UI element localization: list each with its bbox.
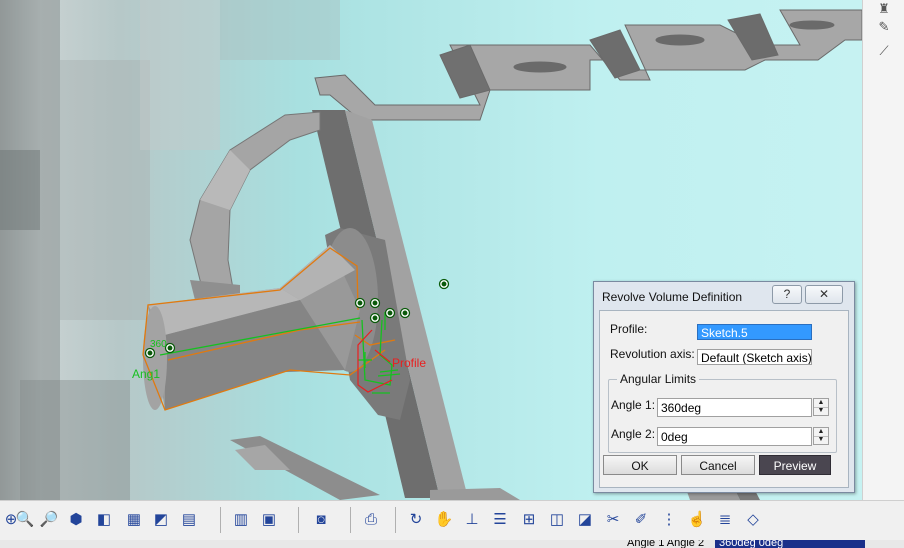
sketch-icon[interactable]: ◫: [546, 509, 568, 531]
right-toolbar: ♜ ✎ ⟋: [862, 0, 904, 500]
revolve-cone: [143, 245, 360, 410]
angle1-input[interactable]: 360deg: [657, 398, 812, 417]
profile-field[interactable]: Sketch.5: [697, 324, 812, 340]
status-label: Angle 1 Angle 2: [627, 540, 705, 548]
axis-label: Revolution axis:: [610, 347, 695, 361]
ok-button[interactable]: OK: [603, 455, 677, 475]
cancel-button[interactable]: Cancel: [681, 455, 755, 475]
zigzag-rail: [314, 9, 862, 121]
grid-icon[interactable]: ⊞: [518, 509, 540, 531]
iso-view-icon[interactable]: ◧: [93, 509, 115, 531]
bottom-toolbar: ⊕ 🔍 🔎 ⬢ ◧ ▦ ◩ ▤ ▥ ▣ ◙ ⎙ ↻ ✋ ⊥ ☰ ⊞ ◫ ◪ ✂ …: [0, 500, 904, 541]
measure-icon[interactable]: ✐: [630, 509, 652, 531]
edit-icon[interactable]: ✂: [602, 509, 624, 531]
catalog-icon[interactable]: ▥: [230, 509, 252, 531]
help-button[interactable]: ?: [772, 285, 802, 304]
render-style-icon[interactable]: ▦: [123, 509, 145, 531]
compass-icon[interactable]: ♜: [875, 2, 893, 16]
capture-icon[interactable]: ◙: [310, 509, 332, 531]
print-icon[interactable]: ⎙: [360, 509, 382, 531]
spin-down-icon[interactable]: ▼: [814, 407, 828, 415]
axis-icon[interactable]: ⟋: [875, 44, 893, 58]
solid-icon[interactable]: ◪: [574, 509, 596, 531]
pan-icon[interactable]: ✋: [433, 509, 455, 531]
angle-value-tag: 360: [150, 339, 167, 350]
dialog-title: Revolve Volume Definition: [602, 290, 743, 304]
profile-label: Profile:: [610, 322, 648, 336]
swap-space-icon[interactable]: ▤: [178, 509, 200, 531]
close-button[interactable]: ✕: [805, 285, 843, 304]
profile-tag: Profile: [392, 356, 426, 370]
angular-limits-group: Angular Limits Angle 1: 360deg ▲ ▼ Angle…: [608, 372, 837, 453]
dialog-body: Profile: Sketch.5 Revolution axis: Defau…: [599, 310, 849, 488]
preview-button[interactable]: Preview: [759, 455, 831, 475]
angle1-spinner[interactable]: ▲ ▼: [813, 398, 829, 416]
spin-down-icon[interactable]: ▼: [814, 436, 828, 444]
status-bar: Angle 1 Angle 2 360deg 0deg: [0, 540, 904, 548]
rotate-icon[interactable]: ↻: [405, 509, 427, 531]
axis-field[interactable]: Default (Sketch axis): [697, 349, 812, 365]
table-icon[interactable]: ▣: [258, 509, 280, 531]
angle2-label: Angle 2:: [611, 427, 656, 441]
angle2-input[interactable]: 0deg: [657, 427, 812, 446]
layer-icon[interactable]: ◇: [742, 509, 764, 531]
angle1-label: Angle 1:: [611, 398, 656, 412]
axis-system-icon[interactable]: ⊥: [461, 509, 483, 531]
angle-tag[interactable]: Ang1: [132, 367, 160, 381]
normal-view-icon[interactable]: ⬢: [65, 509, 87, 531]
group-legend: Angular Limits: [617, 372, 700, 386]
list-icon[interactable]: ≣: [714, 509, 736, 531]
angle2-spinner[interactable]: ▲ ▼: [813, 427, 829, 445]
status-input-value: 360deg 0deg: [719, 540, 784, 548]
align-icon[interactable]: ☰: [489, 509, 511, 531]
sketch-tool-icon[interactable]: ✎: [875, 20, 893, 34]
hand-icon[interactable]: ☝: [686, 509, 708, 531]
status-input[interactable]: 360deg 0deg: [715, 540, 865, 548]
zoom-out-icon[interactable]: 🔎: [38, 509, 60, 531]
tree-icon[interactable]: ⋮: [658, 509, 680, 531]
revolve-dialog: Revolve Volume Definition ? ✕ Profile: S…: [593, 281, 855, 493]
zoom-in-icon[interactable]: 🔍: [14, 509, 36, 531]
hide-show-icon[interactable]: ◩: [150, 509, 172, 531]
